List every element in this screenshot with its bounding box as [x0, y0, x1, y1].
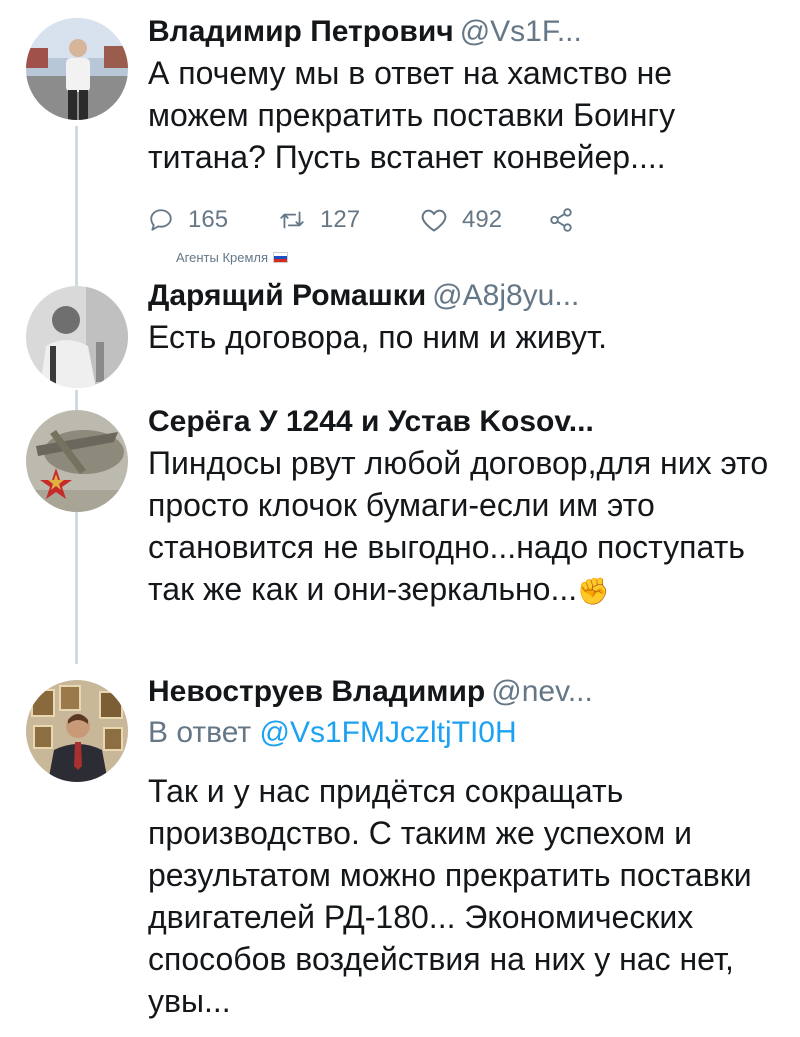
heart-icon — [421, 209, 447, 232]
retweet-button[interactable]: 127 — [278, 206, 420, 234]
tweet-text-content: Пиндосы рвут любой договор,для них это п… — [148, 445, 769, 607]
author-name[interactable]: Невоструев Владимир — [148, 675, 485, 708]
retweet-count: 127 — [320, 206, 361, 233]
tweet-actions: 165 127 492 — [148, 200, 588, 240]
thread-line — [75, 126, 78, 286]
group-label-text: Агенты Кремля — [176, 250, 269, 265]
like-count: 492 — [462, 206, 503, 233]
like-button[interactable]: 492 — [420, 206, 548, 234]
reply-mention-link[interactable]: @Vs1FMJczltjTI0H — [259, 716, 516, 749]
reply-icon — [150, 209, 172, 231]
russia-flag-icon — [273, 252, 289, 263]
avatar[interactable] — [26, 18, 128, 120]
tweet-header: Серёга У 1244 и Устав Kosov... — [148, 404, 780, 440]
tweet-text: Пиндосы рвут любой договор,для них это п… — [148, 442, 780, 612]
author-handle[interactable]: @nev... — [491, 675, 593, 708]
author-name[interactable]: Владимир Петрович — [148, 15, 454, 48]
avatar[interactable] — [26, 410, 128, 512]
tweet-header: Владимир Петрович @Vs1F... — [148, 14, 780, 50]
share-icon — [550, 208, 572, 232]
tweet[interactable]: Владимир Петрович @Vs1F... А почему мы в … — [148, 14, 780, 178]
avatar[interactable] — [26, 680, 128, 782]
thread-line — [75, 512, 78, 664]
author-name[interactable]: Серёга У 1244 и Устав Kosov... — [148, 405, 594, 438]
avatar[interactable] — [26, 286, 128, 388]
tweet[interactable]: Невоструев Владимир @nev... В ответ @Vs1F… — [148, 674, 780, 1022]
tweet-text: Есть договора, по ним и живут. — [148, 319, 608, 355]
share-button[interactable] — [548, 207, 588, 233]
tweet-text: Так и у нас придётся сокращать производс… — [148, 773, 752, 1019]
fist-emoji: ✊ — [577, 576, 610, 606]
thread-line — [75, 390, 78, 412]
tweet-text: А почему мы в ответ на хамство не можем … — [148, 55, 676, 175]
group-label[interactable]: Агенты Кремля — [176, 250, 289, 265]
reply-button[interactable]: 165 — [148, 206, 278, 234]
tweet-header: Невоструев Владимир @nev... — [148, 674, 780, 710]
reply-prefix: В ответ — [148, 716, 252, 749]
reply-context: В ответ @Vs1FMJczltjTI0H — [148, 714, 780, 752]
author-handle[interactable]: @A8j8yu... — [432, 279, 579, 312]
author-name[interactable]: Дарящий Ромашки — [148, 279, 426, 312]
tweet[interactable]: Серёга У 1244 и Устав Kosov... Пиндосы р… — [148, 404, 780, 612]
retweet-icon — [280, 211, 304, 229]
author-handle[interactable]: @Vs1F... — [460, 15, 582, 48]
reply-count: 165 — [188, 206, 229, 233]
tweet[interactable]: Дарящий Ромашки @A8j8yu... Есть договора,… — [148, 278, 780, 358]
tweet-header: Дарящий Ромашки @A8j8yu... — [148, 278, 780, 314]
